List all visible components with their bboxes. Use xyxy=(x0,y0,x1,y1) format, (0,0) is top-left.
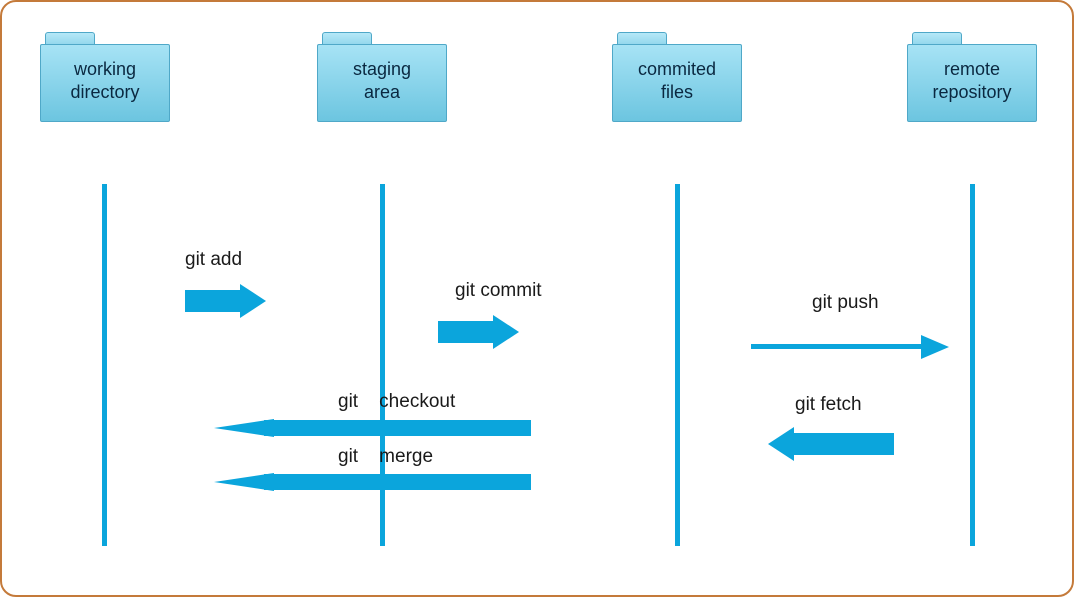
lane-remote xyxy=(970,184,975,546)
folder-label: working directory xyxy=(40,58,170,105)
lane-working xyxy=(102,184,107,546)
git-workflow-diagram: working directory staging area commited … xyxy=(0,0,1074,597)
lane-committed xyxy=(675,184,680,546)
label-git-push: git push xyxy=(812,292,879,314)
folder-staging-area: staging area xyxy=(317,32,447,122)
folder-committed-files: commited files xyxy=(612,32,742,122)
folder-label: commited files xyxy=(612,58,742,105)
folder-remote-repository: remote repository xyxy=(907,32,1037,122)
label-git-fetch: git fetch xyxy=(795,394,862,416)
folder-label: remote repository xyxy=(907,58,1037,105)
label-git-add: git add xyxy=(185,249,242,271)
folder-working-directory: working directory xyxy=(40,32,170,122)
lane-staging xyxy=(380,184,385,546)
folder-label: staging area xyxy=(317,58,447,105)
label-git-merge: git merge xyxy=(338,446,433,468)
label-git-commit: git commit xyxy=(455,280,542,302)
label-git-checkout: git checkout xyxy=(338,391,455,413)
